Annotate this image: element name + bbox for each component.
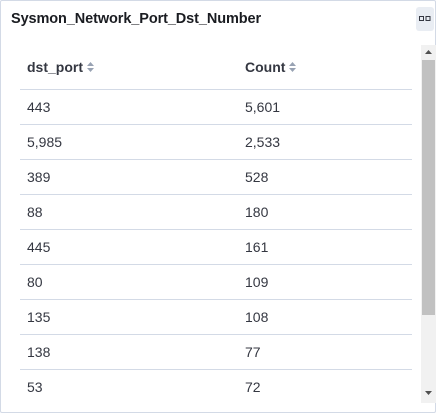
column-header-dst-port[interactable]: dst_port — [20, 45, 238, 90]
column-header-label: Count — [245, 58, 286, 75]
cell-dst-port[interactable]: 5,985 — [20, 124, 238, 160]
cell-count: 528 — [238, 159, 412, 195]
data-table-container: dst_port Count 443 5,601 5,985 2,533 389… — [1, 45, 421, 403]
sort-icon[interactable] — [288, 61, 297, 73]
cell-count: 161 — [238, 229, 412, 265]
table-header-row: dst_port Count — [20, 45, 412, 90]
table-row: 5,985 2,533 — [20, 124, 412, 160]
panel-options-button[interactable] — [416, 7, 434, 31]
table-row: 53 72 — [20, 369, 412, 403]
table-row: 138 77 — [20, 334, 412, 370]
vertical-scrollbar[interactable] — [421, 45, 436, 403]
cell-dst-port[interactable]: 389 — [20, 159, 238, 195]
cell-count: 5,601 — [238, 89, 412, 125]
column-header-count[interactable]: Count — [238, 45, 412, 90]
sort-icon[interactable] — [86, 61, 95, 73]
cell-count: 109 — [238, 264, 412, 300]
scrollbar-thumb[interactable] — [422, 60, 435, 315]
scroll-up-arrow-icon[interactable] — [424, 49, 433, 55]
table-row: 445 161 — [20, 229, 412, 265]
table-row: 88 180 — [20, 194, 412, 230]
cell-count: 2,533 — [238, 124, 412, 160]
panel-options-icon — [419, 16, 431, 21]
scroll-down-arrow-icon[interactable] — [424, 390, 433, 396]
visualization-panel: Sysmon_Network_Port_Dst_Number dst_port … — [0, 0, 436, 413]
panel-title: Sysmon_Network_Port_Dst_Number — [11, 11, 262, 27]
cell-count: 180 — [238, 194, 412, 230]
cell-dst-port[interactable]: 53 — [20, 369, 238, 403]
table-row: 389 528 — [20, 159, 412, 195]
table-row: 135 108 — [20, 299, 412, 335]
cell-count: 77 — [238, 334, 412, 370]
cell-dst-port[interactable]: 88 — [20, 194, 238, 230]
cell-dst-port[interactable]: 138 — [20, 334, 238, 370]
panel-header: Sysmon_Network_Port_Dst_Number — [1, 1, 435, 39]
data-table: dst_port Count 443 5,601 5,985 2,533 389… — [20, 45, 412, 403]
cell-dst-port[interactable]: 80 — [20, 264, 238, 300]
cell-count: 108 — [238, 299, 412, 335]
cell-dst-port[interactable]: 445 — [20, 229, 238, 265]
table-row: 443 5,601 — [20, 89, 412, 125]
cell-count: 72 — [238, 369, 412, 403]
column-header-label: dst_port — [27, 58, 83, 75]
cell-dst-port[interactable]: 135 — [20, 299, 238, 335]
cell-dst-port[interactable]: 443 — [20, 89, 238, 125]
table-row: 80 109 — [20, 264, 412, 300]
